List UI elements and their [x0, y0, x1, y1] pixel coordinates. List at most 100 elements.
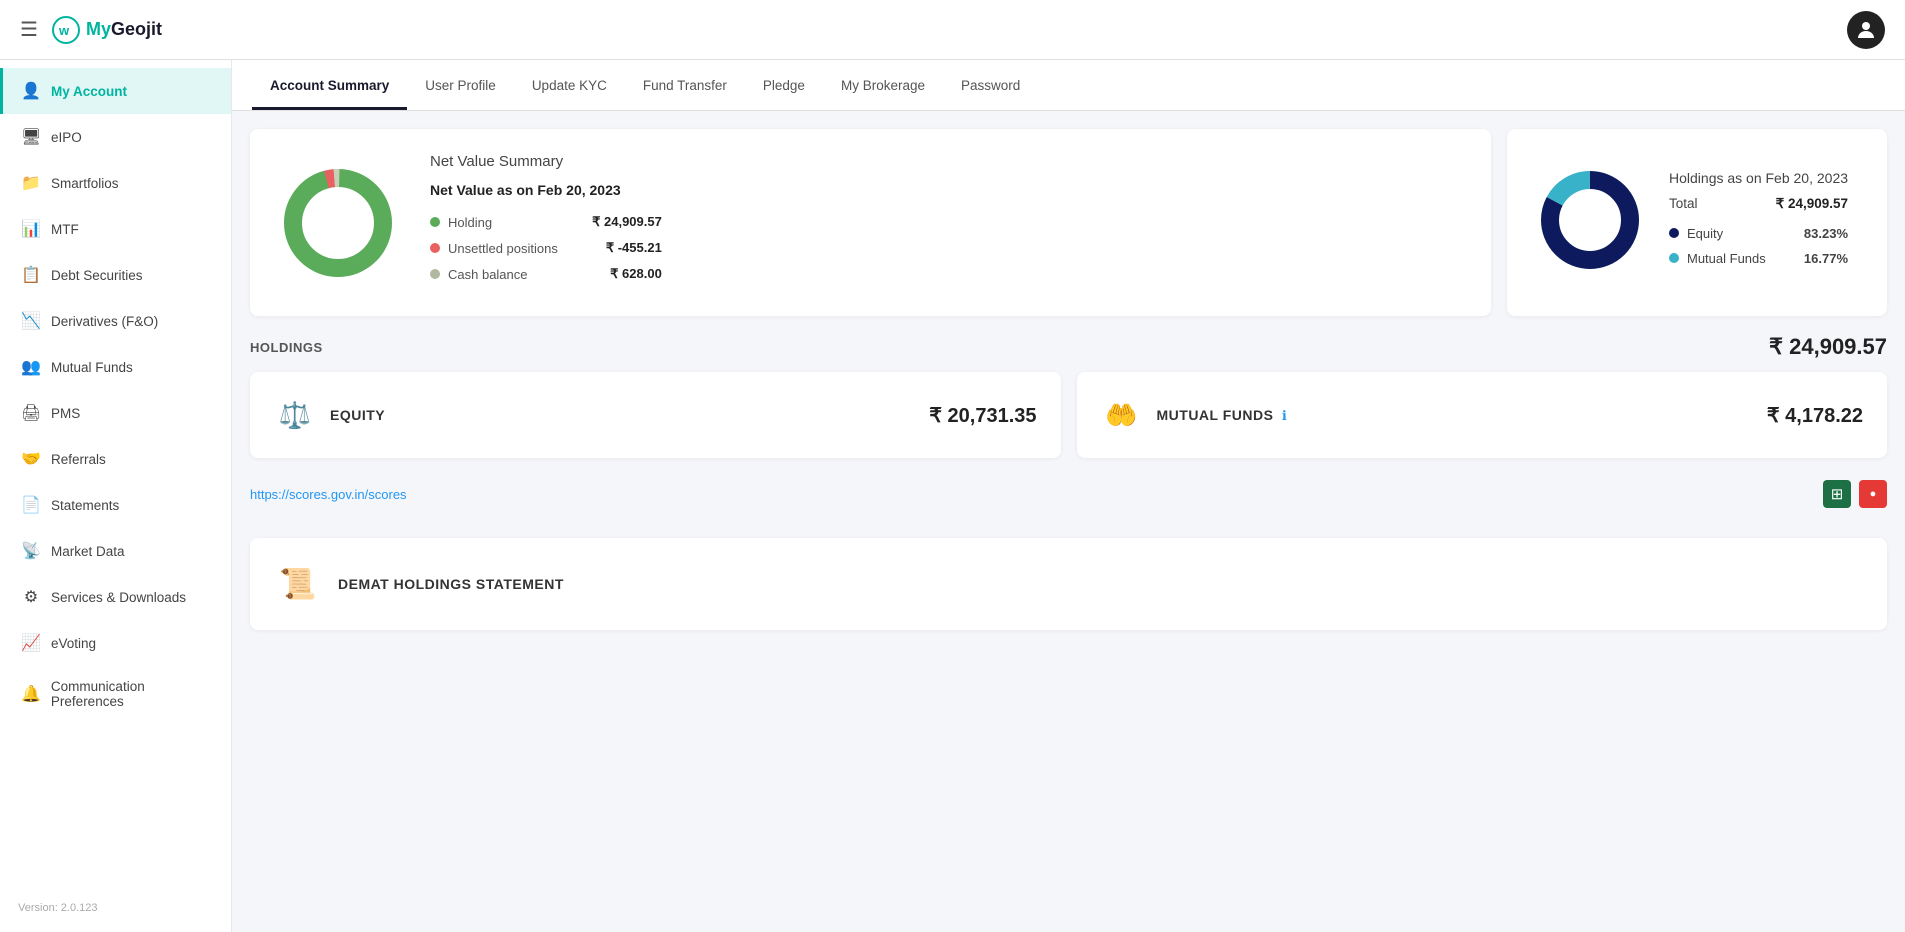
derivatives-icon: 📉: [21, 311, 41, 331]
user-avatar[interactable]: [1847, 11, 1885, 49]
demat-label: DEMAT HOLDINGS STATEMENT: [338, 576, 564, 592]
statements-icon: 📄: [21, 495, 41, 515]
equity-card-left: ⚖️ EQUITY: [274, 394, 385, 436]
tab-pledge[interactable]: Pledge: [745, 60, 823, 110]
holdings-header: HOLDINGS ₹ 24,909.57: [250, 334, 1887, 360]
sidebar-label-mutual-funds: Mutual Funds: [51, 360, 133, 375]
unsettled-label: Unsettled positions: [448, 241, 558, 256]
sidebar-item-statements[interactable]: 📄 Statements: [0, 482, 231, 528]
sidebar-label-mtf: MTF: [51, 222, 79, 237]
equity-card-value: ₹ 20,731.35: [929, 403, 1036, 428]
mf-label-text: MUTUAL FUNDS: [1157, 407, 1274, 423]
pdf-export-button[interactable]: ●: [1859, 480, 1887, 508]
topbar: ☰ w MyGeojit: [0, 0, 1905, 60]
sidebar-item-evoting[interactable]: 📈 eVoting: [0, 620, 231, 666]
sidebar-label-smartfolios: Smartfolios: [51, 176, 119, 191]
pdf-icon: ●: [1870, 488, 1877, 500]
holdings-total-label: Total: [1669, 196, 1698, 211]
mf-legend-label: Mutual Funds: [1687, 251, 1766, 266]
holdings-legend: Equity 83.23% Mutual Funds 16.77%: [1669, 226, 1848, 266]
sidebar-item-mtf[interactable]: 📊 MTF: [0, 206, 231, 252]
sidebar-label-derivatives: Derivatives (F&O): [51, 314, 158, 329]
smartfolios-icon: 📁: [21, 173, 41, 193]
sidebar-item-eipo[interactable]: 🖥 eIPO: [0, 114, 231, 160]
sidebar-label-statements: Statements: [51, 498, 119, 513]
sidebar-item-my-account[interactable]: 👤 My Account: [0, 68, 231, 114]
scores-link[interactable]: https://scores.gov.in/scores: [250, 487, 407, 502]
mutual-funds-card-value: ₹ 4,178.22: [1767, 403, 1863, 428]
tab-update-kyc[interactable]: Update KYC: [514, 60, 625, 110]
evoting-icon: 📈: [21, 633, 41, 653]
brand-logo: w MyGeojit: [52, 16, 162, 44]
action-icons: ⊞ ●: [1823, 480, 1887, 508]
sidebar-label-services: Services & Downloads: [51, 590, 186, 605]
sidebar-item-referrals[interactable]: 🤝 Referrals: [0, 436, 231, 482]
demat-card[interactable]: 📜 DEMAT HOLDINGS STATEMENT: [250, 538, 1887, 630]
tab-bar: Account Summary User Profile Update KYC …: [232, 60, 1905, 111]
sidebar-item-smartfolios[interactable]: 📁 Smartfolios: [0, 160, 231, 206]
sidebar-item-mutual-funds[interactable]: 👥 Mutual Funds: [0, 344, 231, 390]
comm-pref-icon: 🔔: [21, 684, 41, 704]
excel-icon: ⊞: [1831, 485, 1844, 503]
sidebar-label-my-account: My Account: [51, 84, 127, 99]
tab-fund-transfer[interactable]: Fund Transfer: [625, 60, 745, 110]
demat-icon: 📜: [274, 560, 322, 608]
holdings-donut-container: [1535, 165, 1645, 280]
services-icon: ⚙: [21, 587, 41, 607]
sidebar-label-referrals: Referrals: [51, 452, 106, 467]
link-row: https://scores.gov.in/scores ⊞ ●: [250, 474, 1887, 522]
sidebar-item-debt-securities[interactable]: 📋 Debt Securities: [0, 252, 231, 298]
sidebar-item-communication-preferences[interactable]: 🔔 Communication Preferences: [0, 666, 231, 722]
holdings-section-total: ₹ 24,909.57: [1769, 334, 1887, 360]
sidebar-item-market-data[interactable]: 📡 Market Data: [0, 528, 231, 574]
sidebar-label-comm-pref: Communication Preferences: [51, 679, 213, 709]
holding-dot: [430, 217, 440, 227]
holdings-summary-info: Holdings as on Feb 20, 2023 Total ₹ 24,9…: [1669, 170, 1848, 276]
holdings-summary-card: Holdings as on Feb 20, 2023 Total ₹ 24,9…: [1507, 129, 1887, 316]
net-value-card: Net Value Summary Net Value as on Feb 20…: [250, 129, 1491, 316]
holdings-section: HOLDINGS ₹ 24,909.57 ⚖️ EQUITY ₹ 20,731.…: [250, 334, 1887, 522]
svg-text:w: w: [58, 23, 70, 38]
sidebar-item-derivatives[interactable]: 📉 Derivatives (F&O): [0, 298, 231, 344]
mf-info-icon: ℹ: [1282, 408, 1287, 423]
sidebar-label-market-data: Market Data: [51, 544, 125, 559]
version-label: Version: 2.0.123: [0, 892, 231, 924]
mf-legend-row: Mutual Funds 16.77%: [1669, 251, 1848, 266]
main-content: Account Summary User Profile Update KYC …: [232, 60, 1905, 932]
equity-icon: ⚖️: [274, 394, 316, 436]
mtf-icon: 📊: [21, 219, 41, 239]
equity-legend-pct: 83.23%: [1804, 226, 1848, 241]
cash-label: Cash balance: [448, 267, 528, 282]
excel-export-button[interactable]: ⊞: [1823, 480, 1851, 508]
top-cards-row: Net Value Summary Net Value as on Feb 20…: [250, 129, 1887, 316]
mutual-funds-icon: 👥: [21, 357, 41, 377]
tab-my-brokerage[interactable]: My Brokerage: [823, 60, 943, 110]
tab-user-profile[interactable]: User Profile: [407, 60, 514, 110]
sidebar: 👤 My Account 🖥 eIPO 📁 Smartfolios 📊 MTF …: [0, 60, 232, 932]
net-value-date: Net Value as on Feb 20, 2023: [430, 182, 662, 198]
net-value-donut: [278, 163, 398, 283]
sidebar-item-services-downloads[interactable]: ⚙ Services & Downloads: [0, 574, 231, 620]
referrals-icon: 🤝: [21, 449, 41, 469]
tab-password[interactable]: Password: [943, 60, 1038, 110]
holdings-summary-title: Holdings as on Feb 20, 2023: [1669, 170, 1848, 186]
sidebar-label-evoting: eVoting: [51, 636, 96, 651]
mutual-funds-card[interactable]: 🤲 MUTUAL FUNDS ℹ ₹ 4,178.22: [1077, 372, 1888, 458]
equity-card[interactable]: ⚖️ EQUITY ₹ 20,731.35: [250, 372, 1061, 458]
net-value-title: Net Value Summary: [430, 153, 662, 170]
sidebar-label-eipo: eIPO: [51, 130, 82, 145]
market-data-icon: 📡: [21, 541, 41, 561]
holding-value: ₹ 24,909.57: [552, 214, 662, 230]
unsettled-dot: [430, 243, 440, 253]
mf-dot: [1669, 253, 1679, 263]
hamburger-menu[interactable]: ☰: [20, 17, 38, 42]
my-account-icon: 👤: [21, 81, 41, 101]
sidebar-item-pms[interactable]: 🖨 PMS: [0, 390, 231, 436]
debt-icon: 📋: [21, 265, 41, 285]
legend-unsettled: Unsettled positions ₹ -455.21: [430, 240, 662, 256]
equity-dot: [1669, 228, 1679, 238]
mutual-funds-holding-icon: 🤲: [1101, 394, 1143, 436]
brand-icon: w: [52, 16, 80, 44]
tab-account-summary[interactable]: Account Summary: [252, 60, 407, 110]
sidebar-label-debt: Debt Securities: [51, 268, 143, 283]
